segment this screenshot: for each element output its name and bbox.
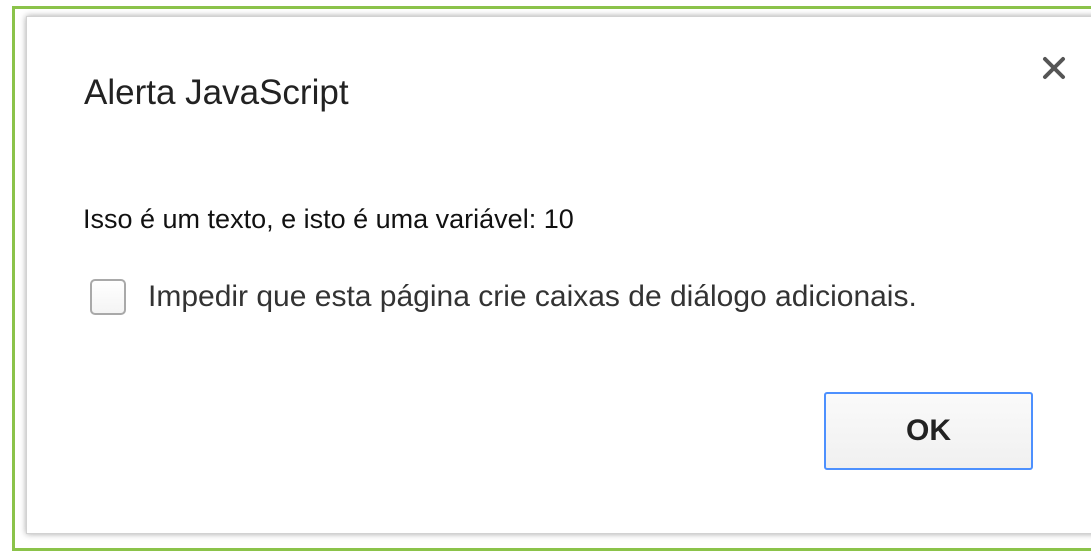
alert-message: Isso é um texto, e isto é uma variável: … <box>83 204 574 234</box>
close-button[interactable] <box>1039 53 1069 83</box>
ok-button[interactable]: OK <box>824 392 1033 470</box>
suppress-dialogs-option: Impedir que esta página crie caixas de d… <box>90 277 917 317</box>
suppress-dialogs-checkbox[interactable] <box>90 279 126 315</box>
suppress-dialogs-label[interactable]: Impedir que esta página crie caixas de d… <box>148 280 917 314</box>
javascript-alert-dialog: Alerta JavaScript Isso é um texto, e ist… <box>26 16 1091 534</box>
dialog-title: Alerta JavaScript <box>84 73 349 112</box>
close-icon <box>1043 57 1065 79</box>
